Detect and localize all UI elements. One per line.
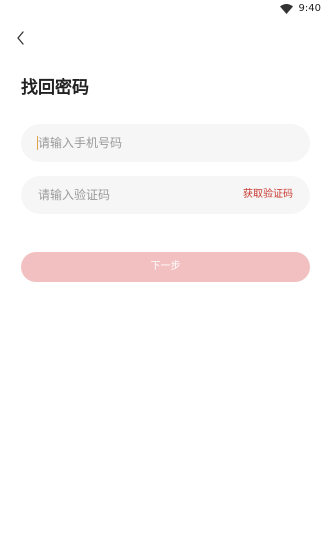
next-button[interactable]: 下一步 bbox=[21, 252, 310, 282]
page-title: 找回密码 bbox=[21, 78, 89, 98]
verification-code-field: 获取验证码 bbox=[21, 176, 310, 214]
get-code-button[interactable]: 获取验证码 bbox=[243, 176, 293, 214]
chevron-left-icon bbox=[17, 31, 24, 45]
find-password-screen: 9:40 找回密码 获取验证码 下一步 bbox=[0, 0, 331, 550]
status-bar: 9:40 bbox=[0, 0, 331, 18]
status-time: 9:40 bbox=[298, 3, 321, 14]
back-button[interactable] bbox=[10, 27, 32, 49]
wifi-icon bbox=[279, 4, 293, 14]
verification-code-input[interactable] bbox=[21, 176, 231, 214]
phone-field bbox=[21, 124, 310, 162]
status-right: 9:40 bbox=[279, 2, 321, 16]
phone-input[interactable] bbox=[21, 124, 310, 162]
